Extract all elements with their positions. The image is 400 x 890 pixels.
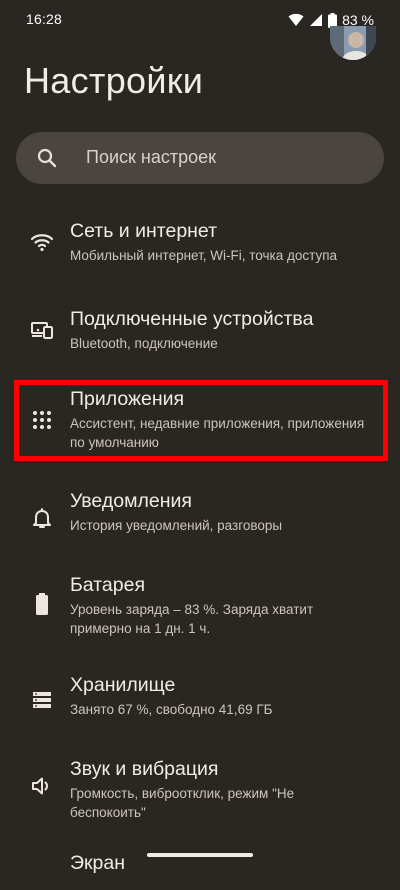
setting-subtitle: Мобильный интернет, Wi-Fi, точка доступа (70, 248, 338, 263)
setting-title: Приложения (70, 388, 185, 410)
setting-subtitle: Bluetooth, подключение (70, 336, 218, 351)
setting-network[interactable]: Сеть и интернет Мобильный интернет, Wi-F… (0, 202, 400, 288)
speaker-icon (30, 774, 54, 798)
wifi-status-icon (288, 13, 304, 27)
setting-battery[interactable]: Батарея Уровень заряда – 83 %. Заряда хв… (0, 564, 400, 664)
wifi-icon (30, 230, 54, 254)
avatar[interactable] (330, 26, 376, 60)
setting-title: Батарея (70, 574, 146, 596)
setting-subtitle: Ассистент, недавние приложения, приложен… (70, 416, 365, 450)
bell-icon (30, 506, 54, 530)
setting-title: Экран (70, 852, 126, 874)
setting-apps[interactable]: Приложения Ассистент, недавние приложени… (0, 380, 400, 464)
status-time: 16:28 (26, 11, 63, 27)
setting-sound[interactable]: Звук и вибрация Громкость, виброотклик, … (0, 752, 400, 852)
setting-title: Звук и вибрация (70, 758, 219, 780)
apps-grid-icon (30, 408, 54, 432)
setting-subtitle: Занято 67 %, свободно 41,69 ГБ (70, 702, 273, 717)
setting-title: Сеть и интернет (70, 220, 218, 242)
page-title: Настройки (24, 60, 204, 101)
search-placeholder: Поиск настроек (86, 147, 216, 167)
storage-icon (30, 688, 54, 712)
search-bar[interactable]: Поиск настроек (16, 132, 384, 184)
setting-title: Хранилище (70, 674, 176, 696)
setting-title: Подключенные устройства (70, 308, 314, 330)
setting-subtitle: История уведомлений, разговоры (70, 518, 283, 533)
connected-devices-icon (30, 318, 54, 342)
setting-notifications[interactable]: Уведомления История уведомлений, разгово… (0, 478, 400, 562)
battery-icon (30, 592, 54, 616)
setting-storage[interactable]: Хранилище Занято 67 %, свободно 41,69 ГБ (0, 666, 400, 750)
setting-title: Уведомления (70, 490, 192, 512)
search-icon (36, 147, 58, 169)
setting-subtitle: Громкость, виброотклик, режим "Не беспок… (70, 786, 295, 820)
home-indicator[interactable] (147, 853, 253, 857)
setting-connected-devices[interactable]: Подключенные устройства Bluetooth, подкл… (0, 290, 400, 374)
setting-subtitle: Уровень заряда – 83 %. Заряда хватит при… (70, 602, 314, 636)
cellular-signal-icon (309, 13, 323, 27)
